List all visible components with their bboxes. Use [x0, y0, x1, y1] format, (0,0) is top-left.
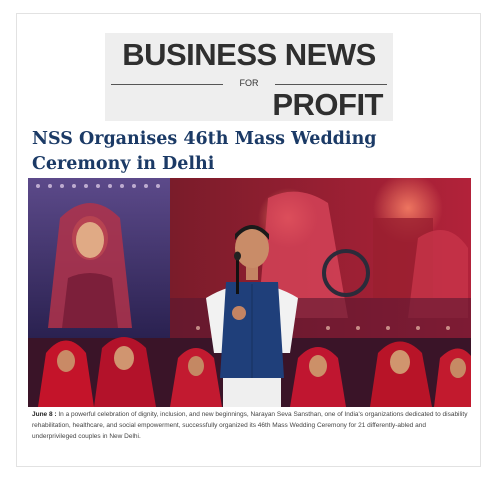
article-card: BUSINESS NEWS FOR PROFIT NSS Organises 4…	[16, 13, 481, 467]
article-photo	[28, 178, 471, 407]
logo-profit: PROFIT	[272, 87, 383, 122]
article-summary: June 8 : In a powerful celebration of di…	[32, 409, 472, 442]
article-headline[interactable]: NSS Organises 46th Mass Wedding Ceremony…	[32, 127, 472, 177]
article-date: June 8 :	[32, 411, 57, 418]
site-logo[interactable]: BUSINESS NEWS FOR PROFIT	[105, 33, 393, 122]
article-body: In a powerful celebration of dignity, in…	[32, 411, 468, 440]
logo-business-news: BUSINESS NEWS	[122, 37, 376, 72]
